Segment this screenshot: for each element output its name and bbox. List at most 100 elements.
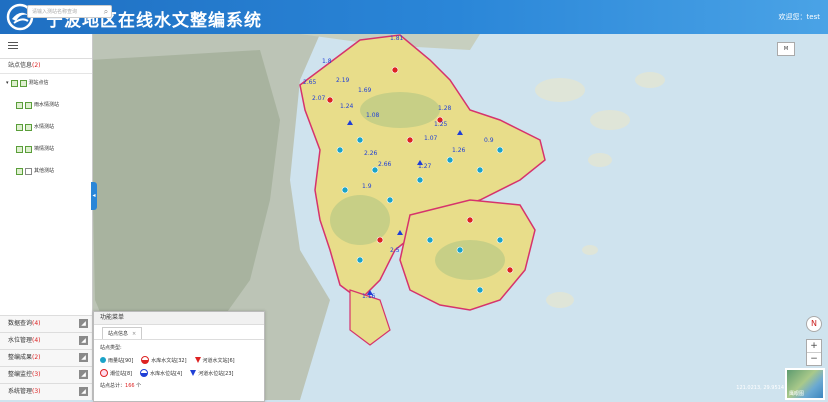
- label-4: 2.07: [312, 95, 326, 102]
- expand-icon[interactable]: ◢: [79, 387, 88, 396]
- menu-item-0[interactable]: 数据查询(4) ◢: [0, 315, 92, 332]
- tree-root-checkbox[interactable]: [10, 79, 18, 87]
- expand-icon[interactable]: ◢: [79, 319, 88, 328]
- overview-label: 鹰眼图: [789, 391, 805, 397]
- menu-item-2-count: (2): [32, 354, 41, 361]
- reservoir-level-icon: [140, 369, 149, 377]
- legend-header: 功能菜单: [94, 312, 264, 325]
- tree-item-2[interactable]: 墒情测站: [6, 143, 92, 155]
- tree-item-2-label: 墒情测站: [34, 146, 55, 152]
- label-13: 2.26: [364, 150, 378, 157]
- tree-item-2-checkbox-2[interactable]: [25, 145, 32, 153]
- legend-label: 河道水文站[6]: [202, 357, 235, 364]
- expand-icon[interactable]: ◢: [79, 336, 88, 345]
- expand-icon[interactable]: ◢: [79, 353, 88, 362]
- label-11: 0.9: [484, 137, 494, 144]
- label-0: 1.81: [390, 35, 404, 42]
- station-info-title: 站点信息: [8, 62, 33, 69]
- label-14: 1.27: [418, 163, 432, 170]
- label-8: 1.28: [438, 105, 452, 112]
- tab-station-info-label: 站点信息: [108, 331, 129, 337]
- tree-item-3-checkbox-2[interactable]: [25, 167, 32, 175]
- label-15: 2.66: [378, 161, 392, 168]
- legend-item: 水库水位站[4]: [140, 369, 182, 377]
- expand-icon[interactable]: ◢: [79, 370, 88, 379]
- menu-item-4[interactable]: 系统管理(3) ◢: [0, 383, 92, 400]
- reservoir-hydro-icon: [141, 356, 150, 364]
- tab-station-info[interactable]: 站点信息 ×: [102, 327, 143, 339]
- tree-item-3[interactable]: 其他测站: [6, 165, 92, 177]
- label-10: 1.07: [424, 135, 438, 142]
- tree-item-1[interactable]: 水情测站: [6, 121, 92, 133]
- sidebar: 站点信息(2) ▾ 测站点信 雨水情测站 水情测站 墒情测站 其他测站 数据查询…: [0, 34, 93, 400]
- station-tree: ▾ 测站点信 雨水情测站 水情测站 墒情测站 其他测站: [0, 74, 92, 177]
- zoom-in-button[interactable]: +: [807, 340, 821, 352]
- legend-row-2: 潮位站[8] 水库水位站[4] 河道水位站[23]: [100, 369, 258, 377]
- compass-icon[interactable]: N: [806, 316, 822, 332]
- legend-row-1: 雨量站[90] 水库水文站[32] 河道水文站[6]: [100, 356, 258, 364]
- zoom-out-button[interactable]: −: [807, 352, 821, 365]
- coordinate-readout: 121.0213, 29.9514: [736, 385, 784, 391]
- menu-item-0-count: (4): [32, 320, 41, 327]
- overview-map[interactable]: 鹰眼图: [785, 368, 825, 400]
- tree-item-3-checkbox[interactable]: [16, 167, 23, 175]
- tree-root-label: 测站点信: [28, 80, 49, 86]
- tree-item-3-label: 其他测站: [34, 168, 55, 174]
- station-info-header[interactable]: 站点信息(2): [0, 59, 92, 74]
- tree-item-1-checkbox[interactable]: [16, 123, 23, 131]
- total-unit: 个: [136, 383, 142, 389]
- map-scale-control[interactable]: M: [777, 42, 795, 56]
- label-18: 1.16: [362, 293, 376, 300]
- collapse-panel-toggle[interactable]: ◂: [91, 182, 97, 210]
- menu-item-4-label: 系统管理: [8, 388, 33, 395]
- tide-station-icon: [100, 369, 108, 377]
- label-16: 1.9: [362, 183, 372, 190]
- legend-item: 河道水位站[23]: [190, 370, 233, 377]
- river-hydro-icon: [194, 357, 201, 363]
- menu-item-4-count: (3): [32, 388, 41, 395]
- menu-item-1-label: 水位管理: [8, 337, 33, 344]
- river-level-icon: [190, 370, 197, 376]
- tree-item-0-checkbox-2[interactable]: [25, 101, 32, 109]
- hamburger-menu-icon[interactable]: [8, 42, 18, 51]
- tree-item-0-label: 雨水情测站: [34, 102, 60, 108]
- total-value: 166: [125, 383, 135, 389]
- menu-item-1[interactable]: 水位管理(4) ◢: [0, 332, 92, 349]
- tree-item-2-checkbox[interactable]: [16, 145, 23, 153]
- search-icon[interactable]: ⌕: [100, 5, 112, 18]
- label-2: 2.65: [303, 79, 317, 86]
- tree-root-checkbox-2[interactable]: [19, 79, 27, 87]
- menu-item-3-count: (3): [32, 371, 41, 378]
- legend-item: 河道水文站[6]: [194, 357, 235, 364]
- legend-label: 水库水位站[4]: [150, 370, 183, 377]
- tree-root[interactable]: ▾ 测站点信: [6, 77, 92, 89]
- legend-label: 雨量站[90]: [108, 357, 134, 364]
- menu-item-3[interactable]: 整编监控(3) ◢: [0, 366, 92, 383]
- tree-item-0[interactable]: 雨水情测站: [6, 99, 92, 111]
- tree-item-1-checkbox-2[interactable]: [25, 123, 32, 131]
- legend-item: 水库水文站[32]: [141, 356, 187, 364]
- menu-item-3-label: 整编监控: [8, 371, 33, 378]
- expand-icon[interactable]: ▾: [6, 77, 9, 89]
- legend-body: 站点类型: 雨量站[90] 水库水文站[32] 河道水文站[6] 潮位站[8] …: [94, 340, 264, 393]
- menu-item-0-label: 数据查询: [8, 320, 33, 327]
- sidebar-toolbar: [0, 34, 92, 59]
- app-header: 宁波地区在线水文整编系统 欢迎您：test: [0, 0, 828, 34]
- menu-item-1-count: (4): [32, 337, 41, 344]
- legend-item: 潮位站[8]: [100, 369, 132, 377]
- menu-item-2-label: 整编成果: [8, 354, 33, 361]
- legend-panel: 功能菜单 站点信息 × 站点类型: 雨量站[90] 水库水文站[32] 河道水文站…: [93, 311, 265, 402]
- menu-item-2[interactable]: 整编成果(2) ◢: [0, 349, 92, 366]
- function-list: 数据查询(4) ◢ 水位管理(4) ◢ 整编成果(2) ◢ 整编监控(3) ◢ 系统管理…: [0, 315, 92, 400]
- welcome-user[interactable]: 欢迎您：test: [779, 12, 820, 22]
- legend-label: 水库水文站[32]: [151, 357, 187, 364]
- zoom-control: + −: [806, 339, 822, 366]
- label-17: 2.5: [390, 247, 400, 254]
- label-7: 1.08: [366, 112, 380, 119]
- label-3: 2.19: [336, 77, 350, 84]
- tree-item-0-checkbox[interactable]: [16, 101, 23, 109]
- legend-item: 雨量站[90]: [100, 357, 133, 364]
- total-label: 站点总计：: [100, 383, 126, 389]
- legend-label: 潮位站[8]: [110, 370, 133, 377]
- tab-close-icon[interactable]: ×: [132, 331, 136, 337]
